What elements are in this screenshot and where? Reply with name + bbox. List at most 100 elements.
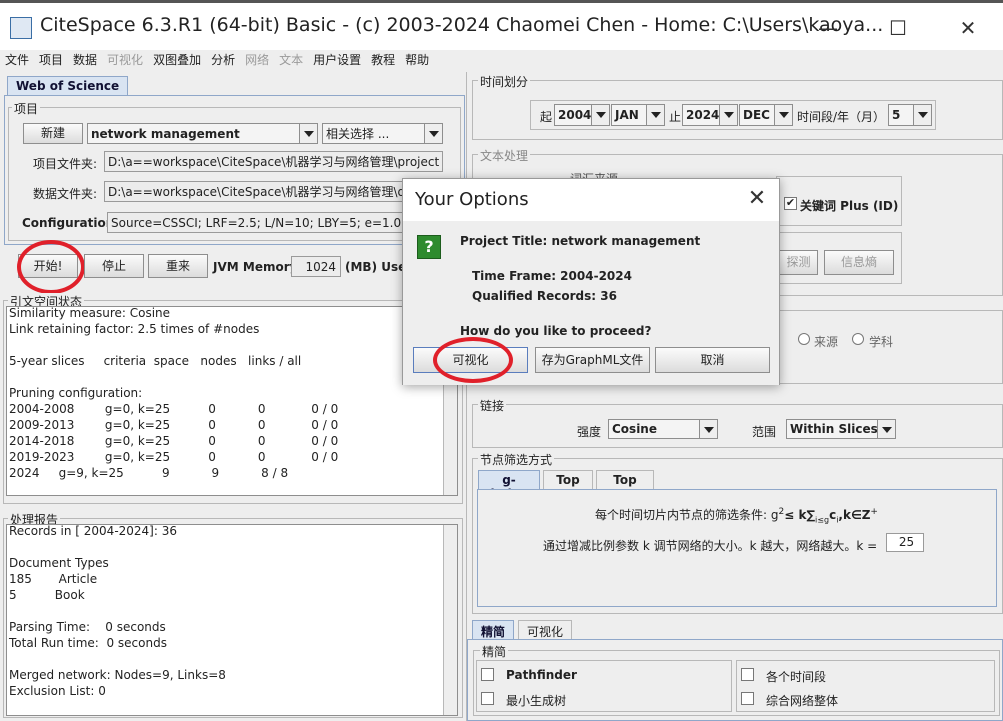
slice-length-select[interactable]: 5	[888, 104, 932, 126]
tab-g-index[interactable]: g-index	[478, 470, 540, 501]
status-textarea[interactable]: Similarity measure: Cosine Link retainin…	[6, 306, 458, 496]
reset-button[interactable]: 重来	[148, 254, 208, 278]
status-line: 2024 g=9, k=25 9 9 8 / 8	[9, 466, 289, 480]
project-select[interactable]: network management	[87, 123, 318, 144]
tab-web-of-science[interactable]: Web of Science	[7, 76, 129, 96]
merged-checkbox[interactable]	[741, 692, 754, 705]
menu-file[interactable]: 文件	[0, 50, 34, 70]
options-dialog: Your Options ✕ ? Project Title: network …	[402, 178, 780, 385]
menu-visualize[interactable]: 可视化	[102, 50, 148, 70]
related-select[interactable]: 相关选择 ...	[322, 123, 443, 144]
links-group	[472, 404, 1003, 448]
report-line	[7, 651, 457, 667]
red-highlight-circle	[433, 337, 513, 383]
from-month-select[interactable]: JAN	[611, 104, 665, 126]
keyword-plus-checkbox[interactable]: ✔	[784, 197, 797, 210]
strength-value: Cosine	[612, 422, 657, 436]
menu-bar: 文件 项目 数据 可视化 双图叠加 分析 网络 文本 用户设置 教程 帮助	[0, 50, 1003, 70]
time-slicing-title: 时间划分	[478, 73, 531, 90]
strength-select[interactable]: Cosine	[608, 419, 718, 439]
status-line: Pruning configuration:	[9, 386, 143, 400]
slice-length-value: 5	[892, 108, 901, 122]
burst-detect-button[interactable]: 探测	[780, 250, 818, 275]
status-line: 2004-2008 g=0, k=25 0 0 0 / 0	[9, 402, 339, 416]
strength-label: 强度	[577, 425, 602, 439]
minimize-button[interactable]: —	[808, 13, 848, 43]
dialog-body: ? Project Title: network management Time…	[403, 221, 779, 385]
close-window-button[interactable]: ✕	[948, 13, 988, 43]
dialog-close-icon[interactable]: ✕	[743, 185, 771, 213]
save-graphml-button[interactable]: 存为GraphML文件	[535, 347, 650, 373]
report-line: 185 Article	[9, 572, 98, 586]
dialog-time-frame: Time Frame: 2004-2024	[472, 269, 632, 283]
status-line: 5-year slices criteria space nodes links…	[9, 354, 302, 368]
menu-network[interactable]: 网络	[240, 50, 274, 70]
menu-data[interactable]: 数据	[68, 50, 102, 70]
dialog-title: Your Options	[415, 189, 529, 210]
scale-factor-label: 通过增减比例参数 k 调节网络的大小。k 越大，网络越大。k =	[543, 539, 878, 553]
stop-button[interactable]: 停止	[84, 254, 144, 278]
status-line: 2009-2013 g=0, k=25 0 0 0 / 0	[9, 418, 339, 432]
tab-top-n[interactable]: Top N	[543, 470, 593, 501]
node-selection-title: 节点筛选方式	[478, 451, 555, 468]
dialog-question: How do you like to proceed?	[460, 324, 652, 338]
menu-text[interactable]: 文本	[274, 50, 308, 70]
to-month-select[interactable]: DEC	[739, 104, 793, 126]
report-scrollbar[interactable]	[443, 525, 457, 715]
from-month-value: JAN	[615, 108, 639, 122]
k-value-field[interactable]: 25	[886, 533, 924, 552]
chevron-down-icon	[719, 105, 737, 125]
menu-project[interactable]: 项目	[34, 50, 68, 70]
text-processing-title: 文本处理	[478, 147, 531, 164]
cancel-button[interactable]: 取消	[655, 347, 770, 373]
keyword-plus-label: 关键词 Plus (ID)	[800, 199, 899, 213]
mst-checkbox[interactable]	[481, 692, 494, 705]
chevron-down-icon	[913, 105, 931, 125]
tab-visualization[interactable]: 可视化	[518, 620, 573, 640]
selection-criteria-text: 每个时间切片内节点的筛选条件: g	[595, 508, 779, 522]
merged-label: 综合网络整体	[766, 694, 839, 708]
status-line: 2019-2023 g=0, k=25 0 0 0 / 0	[9, 450, 339, 464]
radio-subject[interactable]	[852, 333, 864, 345]
jvm-memory-field[interactable]: 1024	[291, 256, 341, 277]
report-textarea[interactable]: Records in [ 2004-2024]: 36 Document Typ…	[6, 524, 458, 716]
title-bar: CiteSpace 6.3.R1 (64-bit) Basic - (c) 20…	[0, 0, 1003, 50]
status-line: 2014-2018 g=0, k=25 0 0 0 / 0	[9, 434, 339, 448]
pathfinder-checkbox[interactable]	[481, 668, 494, 681]
project-dir-label: 项目文件夹:	[33, 157, 98, 171]
configuration-label: Configuration:	[22, 216, 120, 230]
data-dir-field[interactable]: D:\a==workspace\CiteSpace\机器学习与网络管理\data	[104, 181, 443, 202]
status-line	[7, 369, 457, 385]
project-dir-field[interactable]: D:\a==workspace\CiteSpace\机器学习与网络管理\proj…	[104, 151, 443, 172]
to-year-select[interactable]: 2024	[682, 104, 738, 126]
entropy-button[interactable]: 信息熵	[824, 250, 894, 275]
chevron-down-icon	[877, 420, 895, 438]
selection-formula-tail: ,k∈Z	[838, 508, 871, 522]
menu-preferences[interactable]: 用户设置	[308, 50, 366, 70]
scope-select[interactable]: Within Slices	[786, 419, 896, 439]
status-line: Similarity measure: Cosine	[9, 306, 171, 320]
per-slice-checkbox[interactable]	[741, 668, 754, 681]
menu-dual-map[interactable]: 双图叠加	[148, 50, 206, 70]
chevron-down-icon	[591, 105, 609, 125]
menu-analysis[interactable]: 分析	[206, 50, 240, 70]
project-select-value: network management	[91, 127, 240, 141]
app-icon	[10, 17, 32, 39]
to-year-value: 2024	[686, 108, 720, 122]
new-project-button[interactable]: 新建	[23, 123, 83, 144]
configuration-field[interactable]: Source=CSSCI; LRF=2.5; L/N=10; LBY=5; e=…	[107, 212, 443, 233]
menu-help[interactable]: 帮助	[400, 50, 434, 70]
per-slice-label: 各个时间段	[766, 670, 827, 684]
report-line: Records in [ 2004-2024]: 36	[9, 524, 177, 538]
report-line: Exclusion List: 0	[9, 684, 106, 698]
slice-length-label: 时间段/年（月）	[797, 110, 886, 124]
maximize-button[interactable]: ☐	[878, 13, 918, 43]
from-year-select[interactable]: 2004	[554, 104, 610, 126]
question-icon: ?	[417, 235, 441, 259]
chevron-down-icon	[646, 105, 664, 125]
tab-pruning[interactable]: 精简	[472, 620, 515, 640]
radio-source[interactable]	[798, 333, 810, 345]
chevron-down-icon	[774, 105, 792, 125]
tab-top-n-percent[interactable]: Top N%	[596, 470, 654, 501]
menu-tutorial[interactable]: 教程	[366, 50, 400, 70]
